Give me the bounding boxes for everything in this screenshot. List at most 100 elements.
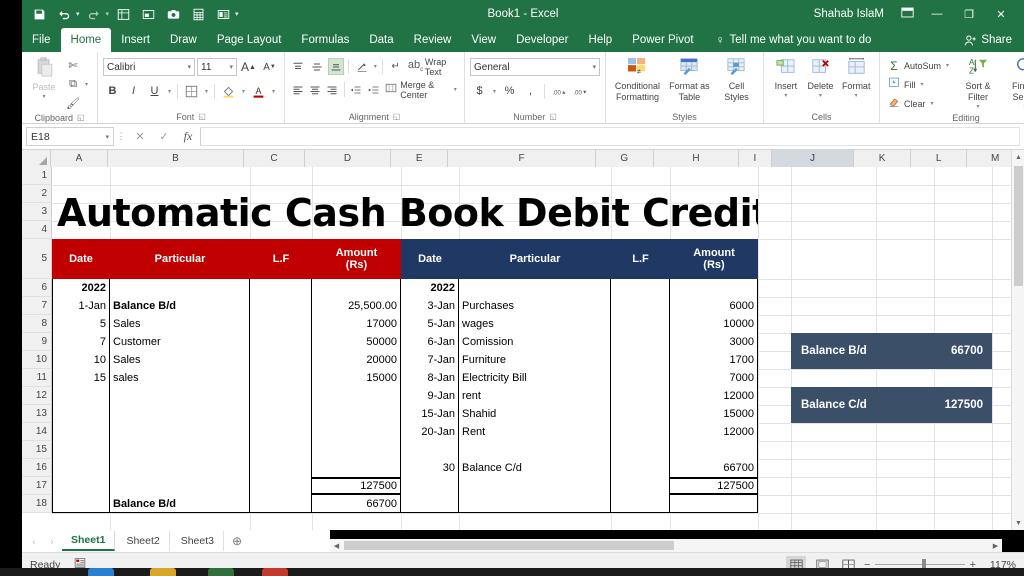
row-header-18[interactable]: 18 (22, 495, 52, 513)
credit-r6-amount[interactable] (670, 279, 758, 297)
tab-formulas[interactable]: Formulas (291, 28, 359, 52)
previous-sheet-icon[interactable]: ‹ (26, 537, 42, 546)
tab-data[interactable]: Data (359, 28, 403, 52)
cell-styles-button[interactable]: Cell Styles (715, 55, 758, 102)
sheet-tab-sheet2[interactable]: Sheet2 (117, 531, 170, 551)
debit-row-1-particular[interactable]: Sales (110, 315, 250, 333)
confirm-entry-button[interactable]: ✓ (152, 127, 176, 146)
debit-header-date[interactable]: Date (52, 239, 110, 279)
credit-row-1-date[interactable]: 5-Jan (401, 315, 459, 333)
row-header-3[interactable]: 3 (22, 203, 52, 221)
row-header-8[interactable]: 8 (22, 315, 52, 333)
credit-total-date[interactable] (401, 477, 459, 495)
ribbon-display-options-icon[interactable] (894, 7, 920, 21)
undo-dropdown-icon[interactable]: ▾ (76, 10, 80, 18)
credit-row-1-lf[interactable] (611, 315, 670, 333)
decrease-decimal-button[interactable]: .00 (570, 82, 589, 100)
column-header-I[interactable]: I (739, 150, 772, 167)
tab-review[interactable]: Review (404, 28, 462, 52)
debit-row-2-lf[interactable] (250, 333, 312, 351)
debit-empty-r14-particular[interactable] (110, 423, 250, 441)
align-center-button[interactable] (307, 81, 322, 98)
credit-row-3-date[interactable]: 7-Jan (401, 351, 459, 369)
debit-row-1-amount[interactable]: 17000 (312, 315, 401, 333)
save-icon[interactable] (28, 4, 50, 24)
copy-dropdown-icon[interactable]: ▾ (83, 81, 90, 88)
sheet-tab-sheet1[interactable]: Sheet1 (62, 531, 116, 551)
credit-total-lf[interactable] (611, 477, 670, 495)
debit-row-4-lf[interactable] (250, 369, 312, 387)
debit-row-2-particular[interactable]: Customer (110, 333, 250, 351)
number-format-dropdown-icon[interactable]: ▾ (592, 63, 596, 71)
wrap-text-icon-button[interactable]: ↵ (387, 58, 404, 75)
scroll-down-icon[interactable]: ▼ (1012, 516, 1024, 530)
row-header-6[interactable]: 6 (22, 279, 52, 297)
credit-row-7-particular[interactable]: Rent (459, 423, 611, 441)
select-all-button[interactable] (22, 150, 52, 167)
summary-box-0-value[interactable]: 66700 (934, 333, 992, 369)
summary-box-1-spacer[interactable] (876, 387, 934, 423)
alignment-dialog-launcher[interactable]: ◱ (393, 112, 401, 121)
debit-empty-r15-amount[interactable] (312, 441, 401, 459)
align-left-button[interactable] (290, 81, 305, 98)
debit-row-0-amount[interactable]: 25,500.00 (312, 297, 401, 315)
debit-empty-r12-date[interactable] (52, 387, 110, 405)
debit-balance-bd-date[interactable] (52, 495, 110, 513)
top-align-button[interactable] (290, 58, 307, 75)
bottom-align-button[interactable] (327, 58, 345, 75)
format-cells-dropdown-icon[interactable]: ▾ (853, 92, 860, 99)
debit-empty-r14-lf[interactable] (250, 423, 312, 441)
name-box-dropdown-icon[interactable]: ▾ (105, 133, 109, 141)
credit-row-0-lf[interactable] (611, 297, 670, 315)
credit-header-lf[interactable]: L.F (611, 239, 670, 279)
scroll-up-icon[interactable]: ▲ (1012, 150, 1024, 164)
scroll-left-icon[interactable]: ◀ (330, 539, 343, 552)
tab-developer[interactable]: Developer (506, 28, 578, 52)
debit-empty-r13-lf[interactable] (250, 405, 312, 423)
column-header-K[interactable]: K (854, 150, 911, 167)
orientation-dropdown-icon[interactable]: ▾ (372, 63, 378, 70)
decrease-font-size-button[interactable]: A ▼ (260, 58, 279, 76)
underline-button[interactable]: U (145, 82, 164, 100)
sort-filter-dropdown-icon[interactable]: ▾ (975, 103, 982, 110)
column-header-F[interactable]: F (447, 150, 597, 167)
credit-row-0-particular[interactable]: Purchases (459, 297, 611, 315)
fill-dropdown-icon[interactable]: ▾ (919, 81, 926, 88)
credit-row-0-date[interactable]: 3-Jan (401, 297, 459, 315)
row-header-9[interactable]: 9 (22, 333, 52, 351)
fill-color-button[interactable] (219, 82, 238, 100)
minimize-button[interactable]: — (922, 1, 952, 27)
credit-row-6-date[interactable]: 15-Jan (401, 405, 459, 423)
credit-r6-lf[interactable] (611, 279, 670, 297)
debit-header-lf[interactable]: L.F (250, 239, 312, 279)
credit-row-4-amount[interactable]: 7000 (670, 369, 758, 387)
credit-row-6-amount[interactable]: 15000 (670, 405, 758, 423)
clipboard-dialog-launcher[interactable]: ◱ (77, 113, 85, 122)
credit-header-date[interactable]: Date (401, 239, 459, 279)
cut-button[interactable]: ✄ (64, 57, 92, 74)
row-header-10[interactable]: 10 (22, 351, 52, 369)
cashbook-title[interactable]: Automatic Cash Book Debit Credit (54, 187, 758, 239)
increase-font-size-button[interactable]: A ▲ (239, 58, 258, 76)
debit-total-amount[interactable]: 127500 (312, 477, 401, 495)
merge-center-button[interactable]: Merge & Center ▾ (383, 80, 460, 100)
conditional-formatting-button[interactable]: ≠ Conditional Formatting (611, 55, 664, 102)
debit-r6-amount[interactable] (312, 279, 401, 297)
credit-total-amount[interactable]: 127500 (670, 477, 758, 495)
credit-row-2-lf[interactable] (611, 333, 670, 351)
increase-decimal-button[interactable]: .00 (549, 82, 568, 100)
credit-row-2-amount[interactable]: 3000 (670, 333, 758, 351)
borders-button[interactable] (182, 82, 201, 100)
debit-empty-r16-particular[interactable] (110, 459, 250, 477)
column-header-E[interactable]: E (391, 150, 448, 167)
debit-total-lf[interactable] (250, 477, 312, 495)
debit-empty-r12-amount[interactable] (312, 387, 401, 405)
fill-color-dropdown-icon[interactable]: ▾ (240, 88, 247, 95)
paste-button[interactable]: Paste ▾ (27, 55, 61, 100)
add-sheet-icon[interactable]: ⊕ (226, 534, 248, 548)
align-right-button[interactable] (325, 81, 340, 98)
next-sheet-icon[interactable]: › (44, 537, 60, 546)
share-button[interactable]: Share (964, 28, 1024, 52)
credit-empty-r15-lf[interactable] (611, 441, 670, 459)
credit-empty-r15-particular[interactable] (459, 441, 611, 459)
